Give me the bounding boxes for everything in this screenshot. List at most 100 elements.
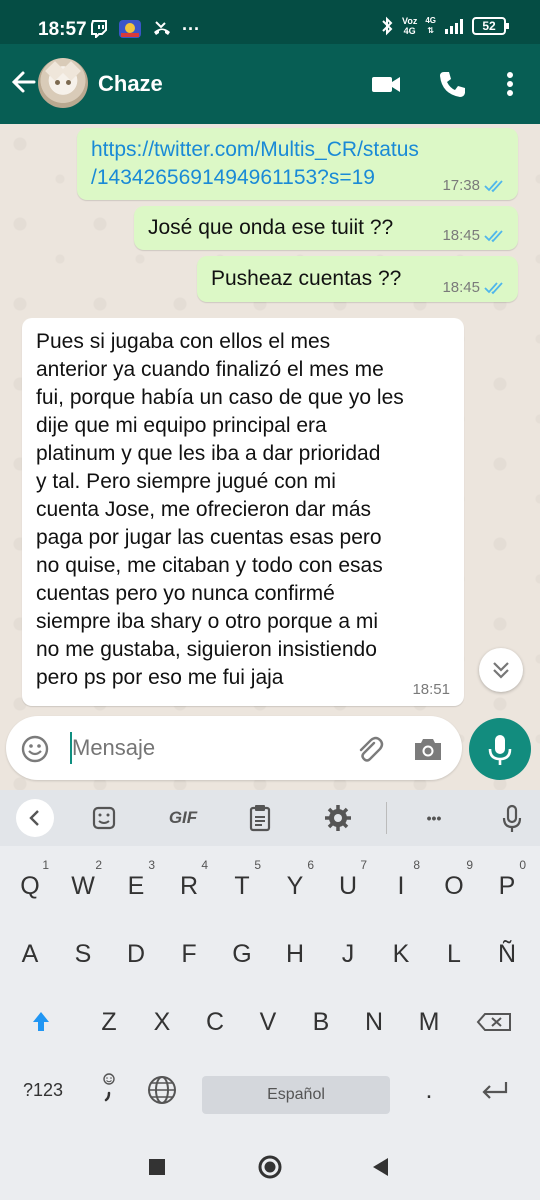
video-call-icon[interactable] — [370, 68, 402, 100]
enter-icon — [482, 1082, 508, 1099]
more-options-button[interactable]: ••• — [414, 800, 454, 836]
message-line: cuenta Jose, me ofrecieron dar más — [36, 498, 371, 521]
bluetooth-icon — [382, 16, 393, 36]
shift-key[interactable] — [16, 994, 66, 1050]
symbols-key[interactable]: ?123 — [14, 1062, 72, 1118]
keyboard-mic-icon[interactable] — [494, 800, 530, 836]
message-line: platinum y que les iba a dar prioridad — [36, 442, 381, 465]
key-h[interactable]: H — [270, 926, 320, 982]
message-line: no quise, me citaban y todo con esas — [36, 554, 383, 577]
message-bubble-incoming[interactable]: Pues si jugaba con ellos el mes anterior… — [22, 318, 464, 706]
message-link-line[interactable]: /1434265691494961153?s=19 — [91, 164, 375, 192]
key-g[interactable]: G — [217, 926, 267, 982]
key-u[interactable]: U7 — [323, 858, 373, 914]
read-ticks-icon — [484, 230, 503, 243]
home-circle-icon[interactable] — [257, 1154, 283, 1180]
key-c[interactable]: C — [190, 994, 240, 1050]
message-text: José que onda ese tuiit ?? — [148, 216, 394, 239]
key-p[interactable]: P0 — [482, 858, 532, 914]
signal-icon — [445, 19, 463, 34]
collapse-toolbar-button[interactable] — [16, 799, 54, 837]
message-line: dije que mi equipo principal era — [36, 414, 327, 437]
enter-key[interactable] — [470, 1062, 520, 1118]
contact-name[interactable]: Chaze — [98, 71, 163, 97]
chevron-left-icon — [29, 810, 39, 826]
key-t[interactable]: T5 — [217, 858, 267, 914]
message-time: 18:45 — [442, 279, 480, 296]
key-v[interactable]: V — [243, 994, 293, 1050]
battery-indicator: 52 — [472, 17, 509, 35]
key-z[interactable]: Z — [84, 994, 134, 1050]
key-i[interactable]: I8 — [376, 858, 426, 914]
message-line: anterior ya cuando finalizó el mes me — [36, 358, 384, 381]
back-arrow-icon[interactable] — [8, 66, 40, 98]
key-e[interactable]: E3 — [111, 858, 161, 914]
scroll-to-bottom-button[interactable] — [479, 648, 523, 692]
message-meta: 18:45 — [442, 280, 506, 296]
backspace-key[interactable] — [470, 994, 520, 1050]
chat-header: Chaze — [0, 44, 540, 124]
key-f[interactable]: F — [164, 926, 214, 982]
key-o[interactable]: O9 — [429, 858, 479, 914]
settings-gear-icon[interactable] — [320, 800, 356, 836]
message-link-line[interactable]: https://twitter.com/Multis_CR/status — [91, 136, 419, 164]
message-bubble-outgoing[interactable]: Pusheaz cuentas ?? 18:45 — [197, 256, 518, 302]
status-more: ··· — [182, 18, 200, 39]
message-input[interactable] — [72, 730, 342, 766]
mic-icon — [488, 735, 512, 765]
key-r[interactable]: R4 — [164, 858, 214, 914]
message-text-block: Pues si jugaba con ellos el mes anterior… — [36, 328, 404, 692]
message-line: siempre iba shary o otro porque a mi — [36, 610, 378, 633]
game-app-icon — [119, 20, 141, 38]
message-meta: 17:38 — [442, 178, 506, 194]
message-meta: 18:51 — [412, 682, 450, 698]
key-k[interactable]: K — [376, 926, 426, 982]
emoji-key[interactable] — [84, 1062, 134, 1118]
chat-area[interactable]: https://twitter.com/Multis_CR/status /14… — [0, 124, 540, 790]
message-line: pero ps por eso me fui jaja — [36, 666, 284, 689]
space-key[interactable]: Español — [202, 1076, 390, 1114]
phone-icon[interactable] — [436, 68, 468, 100]
sticker-icon[interactable] — [86, 800, 122, 836]
system-nav-bar — [0, 1136, 540, 1200]
avatar[interactable] — [38, 58, 88, 108]
key-a[interactable]: A — [5, 926, 55, 982]
key-n[interactable]: N — [349, 994, 399, 1050]
key-q[interactable]: Q1 — [5, 858, 55, 914]
key-b[interactable]: B — [296, 994, 346, 1050]
key-j[interactable]: J — [323, 926, 373, 982]
read-ticks-icon — [484, 282, 503, 295]
message-line: fui, porque había un caso de que yo les — [36, 386, 404, 409]
voice-message-button[interactable] — [469, 718, 531, 780]
camera-icon[interactable] — [412, 734, 444, 764]
language-key[interactable] — [137, 1062, 187, 1118]
attach-icon[interactable] — [354, 734, 384, 764]
key-n-tilde[interactable]: Ñ — [482, 926, 532, 982]
key-y[interactable]: Y6 — [270, 858, 320, 914]
read-ticks-icon — [484, 180, 503, 193]
key-m[interactable]: M — [404, 994, 454, 1050]
status-time: 18:57 — [38, 19, 87, 40]
period-key[interactable]: . — [404, 1062, 454, 1118]
recents-square-icon[interactable] — [148, 1158, 166, 1176]
key-l[interactable]: L — [429, 926, 479, 982]
key-d[interactable]: D — [111, 926, 161, 982]
message-line: paga por jugar las cuentas esas pero — [36, 526, 382, 549]
message-text: Pusheaz cuentas ?? — [211, 267, 402, 290]
key-w[interactable]: W2 — [58, 858, 108, 914]
more-vert-icon[interactable] — [494, 68, 526, 100]
message-bubble-outgoing[interactable]: José que onda ese tuiit ?? 18:45 — [134, 206, 518, 250]
keyboard-toolbar: GIF ••• — [0, 790, 540, 846]
back-triangle-icon[interactable] — [370, 1156, 390, 1178]
twitch-icon — [91, 20, 107, 38]
emoji-icon[interactable] — [20, 734, 50, 764]
gif-button[interactable]: GIF — [158, 800, 208, 836]
message-line: cuentas pero yo nunca confirmé — [36, 582, 335, 605]
message-composer[interactable] — [6, 716, 462, 780]
message-bubble-outgoing[interactable]: https://twitter.com/Multis_CR/status /14… — [77, 128, 518, 200]
emoji-comma-icon — [103, 1073, 115, 1102]
clipboard-icon[interactable] — [242, 800, 278, 836]
message-meta: 18:45 — [442, 228, 506, 244]
key-x[interactable]: X — [137, 994, 187, 1050]
key-s[interactable]: S — [58, 926, 108, 982]
